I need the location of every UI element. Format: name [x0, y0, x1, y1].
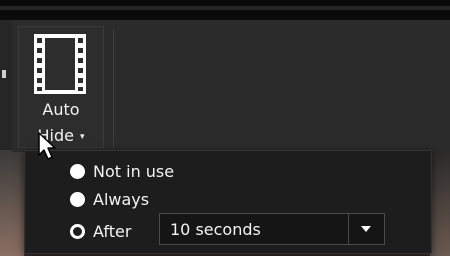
top-strip-gap — [0, 6, 450, 10]
option-label: Not in use — [93, 161, 175, 181]
edge-marker — [2, 70, 6, 78]
option-not-in-use[interactable]: Not in use — [70, 159, 174, 183]
ribbon-left-edge — [0, 20, 12, 150]
option-always[interactable]: Always — [70, 187, 149, 211]
video-app-scene: Auto Hide ▾ Not in use Always After 10 se… — [0, 0, 450, 256]
ribbon-divider — [113, 30, 114, 148]
option-after[interactable]: After — [70, 219, 131, 243]
dropdown-arrow-icon[interactable] — [361, 226, 371, 232]
select-divider — [348, 214, 349, 244]
option-label: After — [93, 221, 132, 241]
radio-selected-icon[interactable] — [70, 223, 85, 239]
top-strip — [0, 0, 450, 20]
auto-hide-label-line2: Hide ▾ — [18, 127, 104, 146]
background-right-edge — [430, 150, 450, 256]
background-left-edge — [0, 150, 24, 256]
mouse-pointer-icon — [38, 132, 56, 160]
chevron-down-icon[interactable]: ▾ — [80, 132, 85, 142]
radio-icon[interactable] — [70, 191, 85, 207]
auto-hide-label-line1: Auto — [42, 100, 80, 119]
film-strip-icon — [34, 34, 86, 94]
radio-icon[interactable] — [70, 163, 85, 179]
after-duration-select[interactable]: 10 seconds — [159, 213, 385, 245]
after-duration-value: 10 seconds — [170, 220, 261, 239]
option-label: Always — [93, 189, 150, 209]
